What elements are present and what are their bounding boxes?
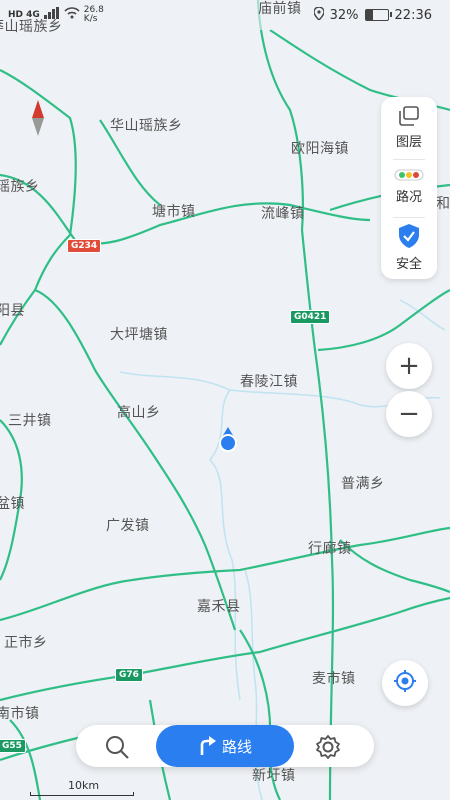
- place-label: 欧阳海镇: [291, 141, 349, 157]
- clock: 22:36: [394, 7, 432, 23]
- zoom-out-button[interactable]: −: [386, 391, 432, 437]
- road-badge: G76: [115, 668, 143, 682]
- turn-arrow-icon: [198, 733, 216, 759]
- place-label: 和: [436, 196, 450, 212]
- place-label: 庙前镇: [258, 1, 302, 17]
- road-badge: G234: [67, 239, 102, 253]
- place-label: 大坪塘镇: [110, 327, 168, 343]
- map-scale: 10km: [30, 779, 134, 799]
- locate-icon: [393, 669, 417, 697]
- traffic-icon: [381, 167, 437, 186]
- network-speed: 26.8 K/s: [84, 6, 104, 24]
- map-tools-panel: 图层 路况 安全: [381, 97, 437, 279]
- place-label: 新圩镇: [252, 768, 296, 784]
- layers-icon: [381, 105, 437, 131]
- safety-label: 安全: [395, 257, 422, 272]
- gear-icon: [314, 735, 342, 765]
- place-label: 流峰镇: [261, 206, 305, 222]
- traffic-label: 路况: [395, 190, 422, 205]
- place-label: 瑶族乡: [0, 179, 40, 195]
- locate-me-button[interactable]: [382, 660, 428, 706]
- scale-bar: [30, 792, 134, 796]
- zoom-in-label: +: [398, 351, 420, 381]
- divider: [393, 159, 425, 160]
- location-pin-icon: [312, 5, 325, 24]
- place-label: 广发镇: [106, 518, 150, 534]
- place-label: 南市镇: [0, 706, 40, 722]
- place-label: 嘉禾县: [197, 599, 241, 615]
- divider: [393, 217, 425, 218]
- wifi-icon: [64, 7, 80, 23]
- road-badge: G0421: [290, 310, 331, 324]
- place-label: 盆镇: [0, 496, 25, 512]
- route-label: 路线: [221, 737, 252, 756]
- route-button[interactable]: 路线: [156, 725, 294, 767]
- place-label: 塘市镇: [152, 204, 196, 220]
- road-badge: G55: [0, 739, 26, 753]
- battery-fill: [365, 10, 373, 20]
- safety-button[interactable]: 安全: [381, 223, 437, 272]
- battery-percent: 32%: [329, 7, 359, 23]
- place-label: 华山瑶族乡: [110, 118, 183, 134]
- layers-label: 图层: [395, 135, 422, 150]
- bottom-action-bar: 路线: [76, 725, 374, 767]
- place-label: 正市乡: [4, 635, 48, 651]
- status-bar: HD 4G 26.8 K/s 32% 22:36: [0, 0, 450, 30]
- search-icon: [104, 736, 130, 764]
- place-label: 三井镇: [8, 413, 52, 429]
- battery-icon: [364, 9, 392, 21]
- place-label: 高山乡: [117, 405, 161, 421]
- layers-button[interactable]: 图层: [381, 105, 437, 150]
- search-button[interactable]: [104, 734, 130, 764]
- zoom-out-label: −: [398, 399, 420, 429]
- place-label: 春陵江镇: [240, 374, 298, 390]
- traffic-button[interactable]: 路况: [381, 167, 437, 205]
- place-label: 麦市镇: [312, 671, 356, 687]
- speed-unit: K/s: [83, 14, 98, 24]
- place-label: 普满乡: [341, 476, 385, 492]
- place-label: 行廊镇: [308, 541, 352, 557]
- place-label: 莽山瑶族乡: [0, 19, 63, 35]
- settings-button[interactable]: [314, 733, 342, 765]
- place-label: 阳县: [0, 303, 25, 319]
- shield-icon: [381, 223, 437, 253]
- scale-label: 10km: [68, 779, 100, 792]
- zoom-in-button[interactable]: +: [386, 343, 432, 389]
